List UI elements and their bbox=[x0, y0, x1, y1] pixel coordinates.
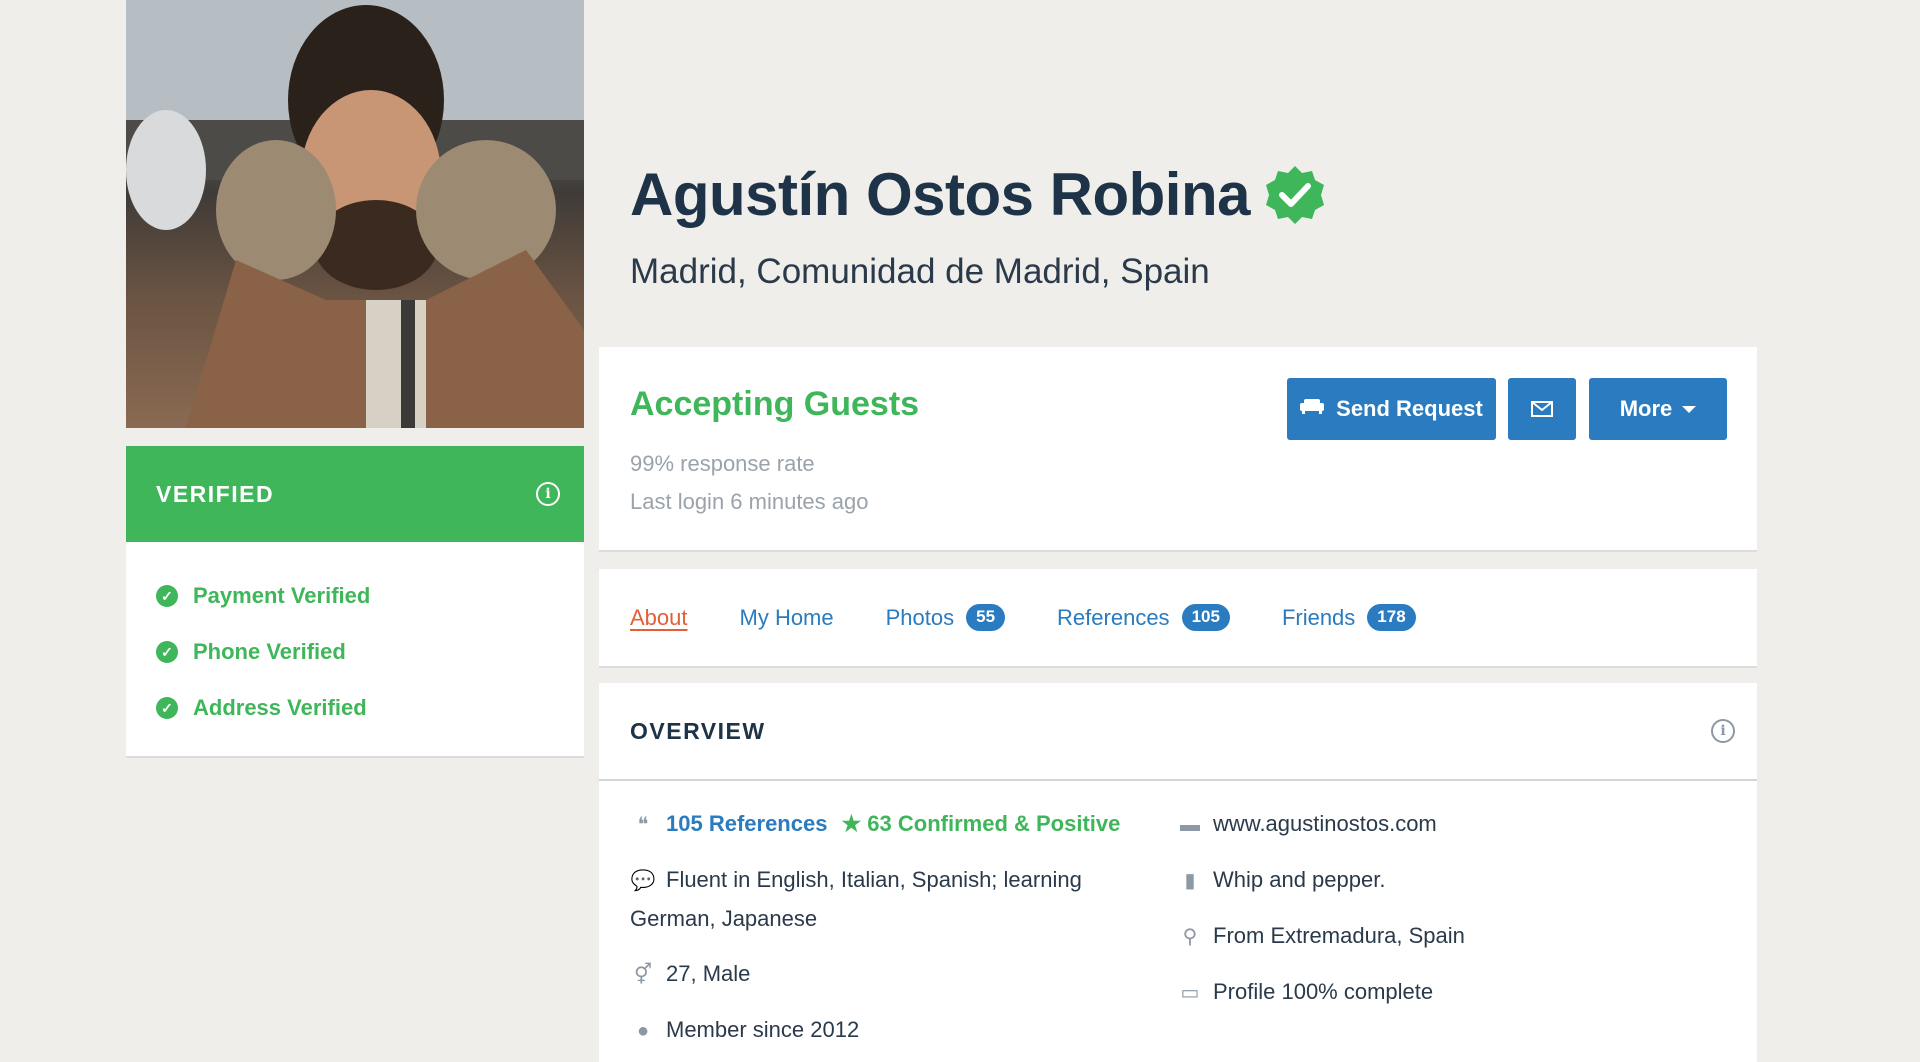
website-row: ▬ www.agustinostos.com bbox=[1177, 805, 1437, 844]
tab-label: My Home bbox=[739, 604, 834, 630]
verified-item-address: ✓ Address Verified bbox=[156, 680, 554, 736]
check-circle-icon: ✓ bbox=[156, 697, 178, 719]
envelope-icon bbox=[1531, 401, 1553, 417]
tab-label: References bbox=[1057, 604, 1170, 630]
occupation-text: Whip and pepper. bbox=[1213, 867, 1386, 892]
profile-photo[interactable] bbox=[126, 0, 584, 428]
languages-row: 💬 Fluent in English, Italian, Spanish; le… bbox=[630, 861, 1130, 938]
verified-badge-icon bbox=[1266, 165, 1324, 224]
tab-label: Photos bbox=[885, 604, 955, 630]
tab-about[interactable]: About bbox=[630, 605, 688, 631]
member-since-text: Member since 2012 bbox=[666, 1017, 860, 1042]
references-row: ❝ 105 References ★ 63 Confirmed & Positive bbox=[630, 805, 1121, 844]
briefcase-icon: ▬ bbox=[1180, 814, 1200, 836]
website-text[interactable]: www.agustinostos.com bbox=[1213, 811, 1437, 836]
status-card: Accepting Guests 99% response rate Last … bbox=[599, 347, 1757, 552]
check-circle-icon: ✓ bbox=[156, 585, 178, 607]
languages-text: Fluent in English, Italian, Spanish; lea… bbox=[630, 867, 1082, 931]
name-row: Agustín Ostos Robina bbox=[630, 160, 1326, 229]
verified-item-label: Address Verified bbox=[193, 695, 367, 720]
count-badge: 178 bbox=[1367, 604, 1416, 631]
references-link[interactable]: 105 References bbox=[666, 811, 827, 836]
age-gender-text: 27, Male bbox=[666, 961, 751, 986]
send-request-button[interactable]: Send Request bbox=[1287, 378, 1496, 440]
last-login: Last login 6 minutes ago bbox=[630, 489, 869, 514]
tab-references[interactable]: References 105 bbox=[1057, 604, 1230, 631]
send-request-label: Send Request bbox=[1336, 396, 1483, 421]
overview-card: OVERVIEW i ❝ 105 References ★ 63 Confirmed… bbox=[599, 683, 1757, 1062]
verified-list: ✓ Payment Verified ✓ Phone Verified ✓ Ad… bbox=[126, 542, 584, 758]
count-badge: 105 bbox=[1181, 604, 1230, 631]
verified-item-label: Phone Verified bbox=[193, 639, 346, 664]
star-icon: ★ bbox=[841, 811, 868, 836]
profile-complete-text: Profile 100% complete bbox=[1213, 979, 1434, 1004]
verified-title: VERIFIED bbox=[156, 480, 275, 507]
age-gender-row: ⚥ 27, Male bbox=[630, 955, 750, 994]
speech-bubble-icon: 💬 bbox=[630, 870, 656, 892]
tab-label: About bbox=[630, 604, 688, 630]
globe-icon: ● bbox=[636, 1020, 650, 1042]
message-button[interactable] bbox=[1508, 378, 1576, 440]
left-column: VERIFIED i ✓ Payment Verified ✓ Phone Ve… bbox=[126, 0, 584, 758]
confirmed-label: 63 Confirmed & Positive bbox=[867, 811, 1121, 836]
info-icon[interactable]: i bbox=[536, 482, 560, 506]
member-since-row: ● Member since 2012 bbox=[630, 1011, 859, 1050]
count-badge: 55 bbox=[966, 604, 1006, 631]
response-rate: 99% response rate bbox=[630, 451, 815, 476]
verified-header: VERIFIED i bbox=[126, 446, 584, 542]
id-card-icon: ▭ bbox=[1180, 982, 1200, 1004]
caret-down-icon bbox=[1682, 405, 1697, 413]
more-dropdown-button[interactable]: More bbox=[1589, 378, 1727, 440]
hometown-row: ⚲ From Extremadura, Spain bbox=[1177, 917, 1465, 956]
hometown-text: From Extremadura, Spain bbox=[1213, 923, 1465, 948]
verified-item-payment: ✓ Payment Verified bbox=[156, 568, 554, 624]
book-icon: ▮ bbox=[1184, 870, 1196, 892]
confirmed-references-link[interactable]: ★ 63 Confirmed & Positive bbox=[841, 811, 1120, 836]
profile-complete-row: ▭ Profile 100% complete bbox=[1177, 973, 1434, 1012]
profile-tabs: About My Home Photos 55 References 105 F… bbox=[599, 569, 1757, 668]
check-circle-icon: ✓ bbox=[156, 641, 178, 663]
profile-location: Madrid, Comunidad de Madrid, Spain bbox=[630, 252, 1210, 291]
gender-icon: ⚥ bbox=[633, 964, 653, 986]
quote-icon: ❝ bbox=[637, 814, 649, 836]
verified-item-phone: ✓ Phone Verified bbox=[156, 624, 554, 680]
profile-name: Agustín Ostos Robina bbox=[630, 161, 1251, 228]
occupation-row: ▮ Whip and pepper. bbox=[1177, 861, 1385, 900]
tab-label: Friends bbox=[1281, 604, 1356, 630]
tab-photos[interactable]: Photos 55 bbox=[885, 604, 1006, 631]
hosting-status: Accepting Guests bbox=[630, 385, 920, 423]
map-pin-icon: ⚲ bbox=[1182, 926, 1198, 948]
overview-header: OVERVIEW i bbox=[599, 683, 1757, 781]
tab-my-home[interactable]: My Home bbox=[740, 605, 834, 631]
verified-item-label: Payment Verified bbox=[193, 583, 371, 608]
tab-friends[interactable]: Friends 178 bbox=[1282, 604, 1416, 631]
info-icon[interactable]: i bbox=[1711, 719, 1735, 743]
overview-title: OVERVIEW bbox=[630, 717, 766, 744]
couch-icon bbox=[1300, 397, 1325, 421]
more-label: More bbox=[1619, 396, 1673, 421]
